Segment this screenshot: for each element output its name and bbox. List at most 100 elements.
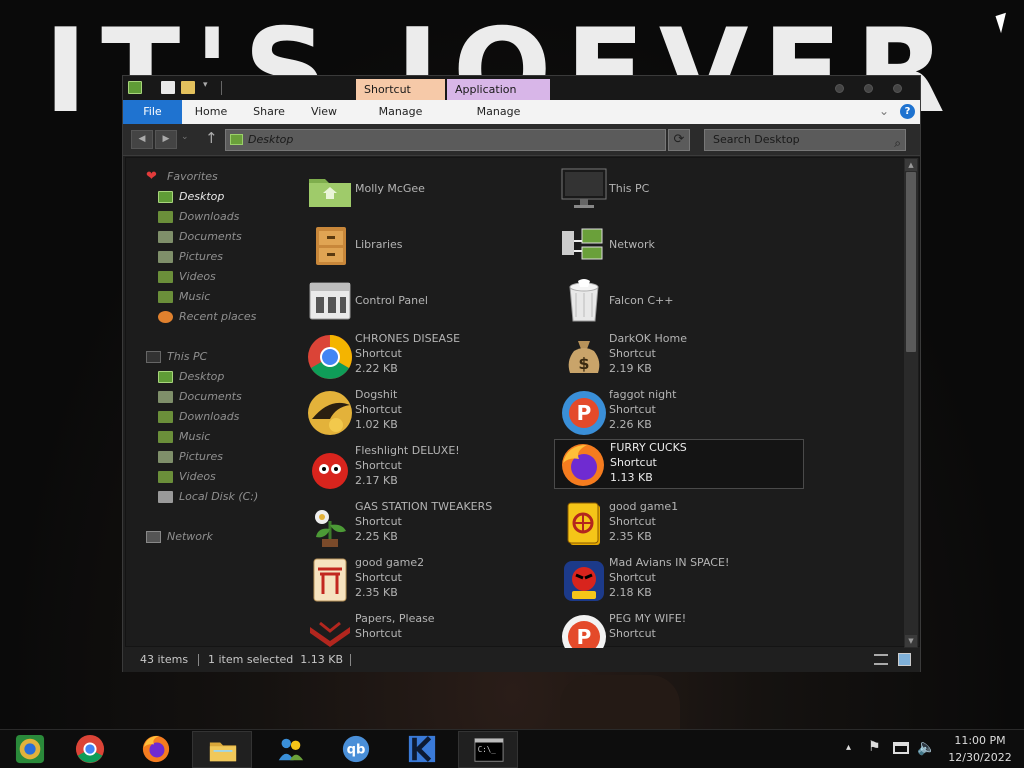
- refresh-button[interactable]: ⟳: [668, 129, 690, 151]
- item-label: Control Panel: [355, 294, 428, 307]
- clock-time: 11:00 PM: [954, 734, 1006, 747]
- context-tab-application-tools[interactable]: Application Tools: [447, 79, 550, 117]
- monitor-icon: [561, 168, 607, 208]
- item-label: PEG MY WIFE!: [609, 612, 687, 625]
- status-bar: 43 items 1 item selected 1.13 KB: [123, 648, 920, 672]
- address-text: Desktop: [248, 133, 294, 146]
- maximize-button[interactable]: [864, 84, 873, 93]
- tab-file[interactable]: File: [123, 100, 182, 124]
- item-mad-avians-in-space[interactable]: Mad Avians IN SPACE! Shortcut 2.18 KB: [556, 553, 804, 607]
- help-icon[interactable]: ?: [900, 104, 915, 119]
- taskbar-chrome[interactable]: [60, 731, 120, 768]
- up-arrow-icon[interactable]: ↑: [205, 129, 218, 147]
- music-folder-icon: [158, 431, 173, 443]
- action-center-flag-icon[interactable]: ⚑: [868, 739, 881, 768]
- recent-locations-chevron-icon[interactable]: ⌄: [181, 132, 189, 142]
- ribbon-tab-strip: File Home Share View Manage Manage ⌄ ?: [123, 100, 920, 124]
- scroll-thumb[interactable]: [906, 172, 916, 352]
- ribbon-expand-chevron-icon[interactable]: ⌄: [879, 104, 889, 118]
- item-molly-mcgee[interactable]: Molly McGee: [302, 161, 550, 215]
- taskbar-chrome-old[interactable]: [0, 731, 60, 768]
- status-divider: [198, 654, 199, 666]
- angry-bird-icon: [564, 561, 604, 601]
- file-explorer-icon: [209, 742, 237, 762]
- volume-icon[interactable]: 🔈: [917, 738, 936, 768]
- item-label: Papers, Please: [355, 612, 435, 625]
- taskbar-firefox[interactable]: [126, 731, 186, 768]
- context-tab-shortcut-tools[interactable]: Shortcut Tools: [356, 79, 445, 117]
- tab-share[interactable]: Share: [247, 100, 291, 124]
- item-falcon-cpp[interactable]: Falcon C++: [556, 273, 804, 327]
- item-label: DarkOK Home: [609, 332, 687, 345]
- tab-manage-shortcut[interactable]: Manage: [356, 100, 445, 124]
- address-bar[interactable]: Desktop: [225, 129, 666, 151]
- desktop-location-icon: [230, 134, 243, 145]
- item-chrones-disease[interactable]: CHRONES DISEASE Shortcut 2.22 KB: [302, 329, 550, 383]
- music-folder-icon: [158, 291, 173, 303]
- cpp-compiler-icon: [308, 391, 352, 435]
- item-label: GAS STATION TWEAKERS: [355, 500, 493, 513]
- minimize-button[interactable]: [835, 84, 844, 93]
- search-placeholder: Search Desktop: [713, 133, 800, 146]
- tab-view[interactable]: View: [304, 100, 344, 124]
- search-input[interactable]: Search Desktop ⌕: [704, 129, 906, 151]
- item-label: Mad Avians IN SPACE!: [609, 556, 730, 569]
- vertical-scrollbar[interactable]: ▲ ▼: [904, 158, 918, 648]
- item-type: Shortcut: [609, 627, 656, 640]
- item-label: Dogshit: [355, 388, 398, 401]
- network-tray-icon[interactable]: [893, 742, 909, 754]
- item-furry-cucks[interactable]: FURRY CUCKS Shortcut 1.13 KB: [554, 439, 804, 489]
- item-control-panel[interactable]: Control Panel: [302, 273, 550, 327]
- taskbar-terminal[interactable]: C:\_: [458, 731, 518, 768]
- item-type: Shortcut: [610, 456, 657, 469]
- large-icons-view-icon[interactable]: [898, 653, 911, 666]
- clock[interactable]: 11:00 PM 12/30/2022: [940, 730, 1020, 768]
- item-fleshlight-deluxe[interactable]: Fleshlight DELUXE! Shortcut 2.17 KB: [302, 441, 550, 495]
- item-network[interactable]: Network: [556, 217, 804, 271]
- show-hidden-icons-chevron-icon[interactable]: ▴: [846, 742, 851, 768]
- item-dogshit[interactable]: Dogshit Shortcut 1.02 KB: [302, 385, 550, 439]
- scroll-up-button[interactable]: ▲: [905, 159, 917, 171]
- item-good-game2[interactable]: good game2 Shortcut 2.35 KB: [302, 553, 550, 607]
- new-folder-icon[interactable]: [181, 81, 195, 94]
- scroll-down-button[interactable]: ▼: [905, 635, 917, 647]
- item-label: Falcon C++: [609, 294, 674, 307]
- taskbar-network-people[interactable]: [260, 731, 320, 768]
- taskbar-file-explorer[interactable]: [192, 731, 252, 768]
- forward-button[interactable]: ▶: [155, 130, 177, 149]
- item-faggot-night[interactable]: P faggot night Shortcut 2.26 KB: [556, 385, 804, 439]
- search-icon[interactable]: ⌕: [894, 133, 901, 153]
- item-peg-my-wife[interactable]: P PEG MY WIFE! Shortcut: [556, 609, 804, 648]
- item-libraries[interactable]: Libraries: [302, 217, 550, 271]
- qbittorrent-icon: qb: [342, 735, 370, 763]
- videos-folder-icon: [158, 271, 173, 283]
- red-creature-icon: [312, 453, 348, 489]
- window-icon[interactable]: [128, 81, 142, 94]
- item-size: 1.02 KB: [355, 418, 398, 431]
- title-bar[interactable]: ▾ Shortcut Tools Application Tools: [123, 76, 920, 117]
- content-area: ❤ Favorites Desktop Downloads Documents …: [125, 157, 920, 648]
- tab-home[interactable]: Home: [189, 100, 233, 124]
- network-people-icon: [278, 738, 304, 761]
- item-darkok-home[interactable]: $ DarkOK Home Shortcut 2.19 KB: [556, 329, 804, 383]
- item-type: Shortcut: [355, 347, 402, 360]
- customize-qat-chevron-icon[interactable]: ▾: [203, 80, 208, 90]
- details-view-icon[interactable]: [874, 654, 888, 665]
- item-papers-please[interactable]: Papers, Please Shortcut: [302, 609, 550, 648]
- close-button[interactable]: [893, 84, 902, 93]
- taskbar-qbittorrent[interactable]: qb: [326, 731, 386, 768]
- computer-icon: [146, 351, 161, 363]
- item-good-game1[interactable]: good game1 Shortcut 2.35 KB: [556, 497, 804, 551]
- item-gas-station-tweakers[interactable]: GAS STATION TWEAKERS Shortcut 2.25 KB: [302, 497, 550, 551]
- item-label: This PC: [609, 182, 650, 195]
- item-type: Shortcut: [355, 571, 402, 584]
- item-this-pc[interactable]: This PC: [556, 161, 804, 215]
- taskbar-dark-k[interactable]: [392, 731, 452, 768]
- back-button[interactable]: ◀: [131, 130, 153, 149]
- properties-icon[interactable]: [161, 81, 175, 94]
- control-panel-icon: [309, 282, 351, 320]
- item-label: good game1: [609, 500, 679, 513]
- tab-manage-application[interactable]: Manage: [447, 100, 550, 124]
- chrome-icon: [308, 335, 352, 379]
- svg-text:C:\_: C:\_: [478, 745, 497, 754]
